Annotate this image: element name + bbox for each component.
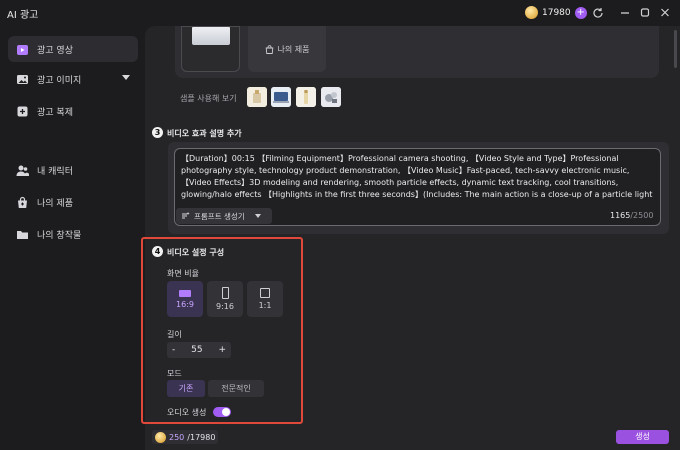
square-icon xyxy=(260,288,270,298)
landscape-icon xyxy=(179,289,191,297)
refresh-icon[interactable] xyxy=(590,5,606,21)
video-ad-icon xyxy=(16,43,29,56)
step3-title: 비디오 효과 설명 추가 xyxy=(167,129,242,138)
my-product-label: 나의 제품 xyxy=(277,44,310,54)
chevron-down-icon xyxy=(254,214,261,218)
aspect-ratio-option-label: 1:1 xyxy=(258,301,272,310)
title-bar: AI 광고 17980 + xyxy=(0,0,680,26)
product-bag-icon xyxy=(16,196,29,209)
sidebar-item-label: 나의 창작물 xyxy=(37,230,82,241)
credits-count: 17980 xyxy=(542,7,571,18)
length-stepper[interactable]: - 55 + xyxy=(167,342,231,358)
image-ad-icon xyxy=(16,73,29,86)
sidebar-item-my-characters[interactable]: 내 캐릭터 xyxy=(8,157,138,183)
prompt-generator-dropdown[interactable]: 프롬프트 생성기 xyxy=(176,208,272,224)
minimize-icon[interactable] xyxy=(617,5,633,21)
character-counter: 1165/2500 xyxy=(610,211,653,220)
coin-icon xyxy=(525,6,538,19)
chevron-down-icon[interactable] xyxy=(122,75,130,80)
sidebar-item-my-products[interactable]: 나의 제품 xyxy=(8,189,138,215)
sidebar: 광고 영상 광고 이미지 광고 복제 내 캐릭터 나의 제품 나의 창작물 xyxy=(0,28,145,450)
aspect-ratio-16-9-button[interactable]: 16:9 xyxy=(167,281,203,317)
step-number-badge: 4 xyxy=(152,246,163,257)
sample-thumbnail[interactable] xyxy=(247,87,267,107)
aspect-ratio-1-1-button[interactable]: 1:1 xyxy=(247,281,283,317)
cost-total: /17980 xyxy=(187,432,216,442)
sidebar-item-label: 광고 복제 xyxy=(37,107,73,118)
generate-button[interactable]: 생성 xyxy=(616,430,669,444)
samples-label: 샘플 사용해 보기 xyxy=(180,94,237,103)
sidebar-item-label: 나의 제품 xyxy=(37,198,73,209)
mode-label: 모드 xyxy=(167,369,182,378)
length-value: 55 xyxy=(191,345,203,355)
laptop-product-image xyxy=(192,27,230,45)
cost-used: 250 xyxy=(169,432,185,442)
character-icon xyxy=(16,164,29,177)
sidebar-item-ad-clone[interactable]: 광고 복제 xyxy=(8,98,138,124)
aspect-ratio-option-label: 9:16 xyxy=(216,302,234,311)
portrait-icon xyxy=(221,287,229,299)
clone-ad-icon xyxy=(16,105,29,118)
product-bag-icon xyxy=(265,44,274,54)
credits-display[interactable]: 17980 + xyxy=(525,6,587,19)
my-product-button[interactable]: 나의 제품 xyxy=(248,26,326,72)
length-label: 길이 xyxy=(167,330,182,339)
magic-wand-icon xyxy=(181,211,190,222)
step4-title: 비디오 설정 구성 xyxy=(167,248,225,257)
aspect-ratio-option-label: 16:9 xyxy=(176,299,194,309)
aspect-ratio-label: 화면 비율 xyxy=(167,269,199,278)
sidebar-item-my-creations[interactable]: 나의 창작물 xyxy=(8,221,138,247)
increment-button[interactable]: + xyxy=(218,345,226,355)
app-title: AI 광고 xyxy=(7,10,39,21)
step-number-badge: 3 xyxy=(152,127,163,138)
char-count-current: 1165 xyxy=(610,211,631,220)
sample-thumbnail[interactable] xyxy=(296,87,316,107)
coin-icon xyxy=(155,431,166,443)
sidebar-item-ad-video[interactable]: 광고 영상 xyxy=(8,36,138,62)
sidebar-item-label: 광고 이미지 xyxy=(37,75,82,86)
sample-thumbnail[interactable] xyxy=(321,87,341,107)
prompt-generator-label: 프롬프트 생성기 xyxy=(194,211,245,221)
mode-professional-button[interactable]: 전문적인 xyxy=(208,380,264,397)
close-icon[interactable] xyxy=(657,5,673,21)
decrement-button[interactable]: - xyxy=(172,345,175,355)
maximize-icon[interactable] xyxy=(637,5,653,21)
prompt-text[interactable]: 【Duration】00:15 【Filming Equipment】Profe… xyxy=(181,153,655,203)
audio-generation-toggle[interactable] xyxy=(213,407,231,417)
sidebar-item-ad-image[interactable]: 광고 이미지 xyxy=(8,66,138,92)
sidebar-item-label: 내 캐릭터 xyxy=(37,166,73,177)
folder-icon xyxy=(16,228,29,241)
sidebar-item-label: 광고 영상 xyxy=(37,45,73,56)
audio-generation-label: 오디오 생성 xyxy=(167,408,207,417)
product-thumbnail[interactable] xyxy=(181,26,240,72)
mode-standard-button[interactable]: 기존 xyxy=(167,380,205,397)
aspect-ratio-9-16-button[interactable]: 9:16 xyxy=(207,281,243,317)
add-credits-button[interactable]: + xyxy=(574,6,587,19)
scrollbar[interactable] xyxy=(674,30,677,68)
char-count-max: /2500 xyxy=(630,211,654,220)
sample-thumbnail[interactable] xyxy=(271,87,291,107)
credit-cost-display: 250/17980 xyxy=(152,430,219,444)
